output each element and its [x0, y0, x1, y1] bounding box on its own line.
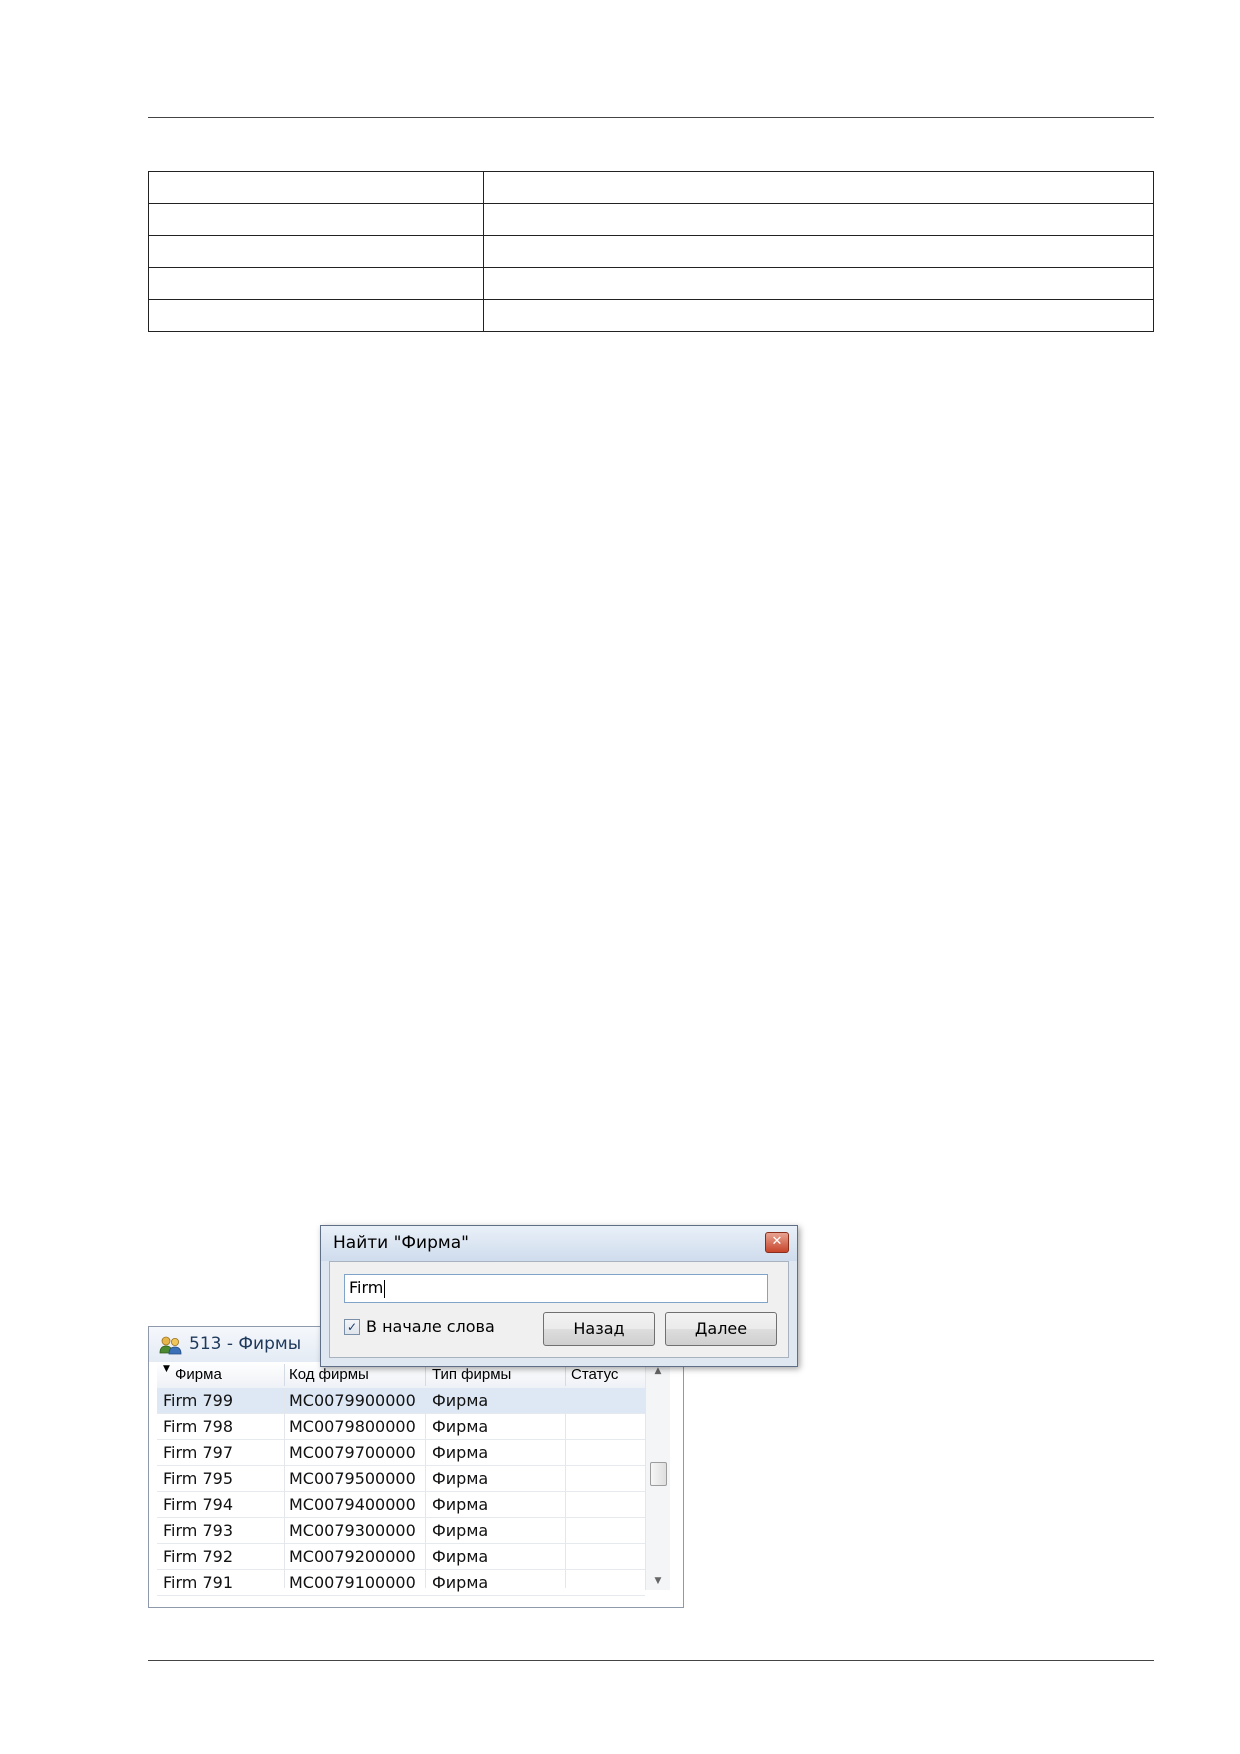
users-group-icon [159, 1336, 182, 1355]
column-header-code[interactable]: Код фирмы [289, 1366, 369, 1383]
column-header-firm[interactable]: Фирма [175, 1366, 222, 1383]
firm-code-cell: MC0079700000 [289, 1443, 416, 1462]
firm-type-cell: Фирма [432, 1417, 489, 1436]
firm-name-cell: Firm 793 [163, 1521, 233, 1540]
firm-code-cell: MC0079500000 [289, 1469, 416, 1488]
firms-window-title: 513 - Фирмы [189, 1334, 302, 1354]
close-icon[interactable]: ✕ [765, 1232, 789, 1253]
find-dialog-title: Найти "Фирма" [333, 1233, 469, 1253]
back-button[interactable]: Назад [543, 1312, 655, 1346]
firm-type-cell: Фирма [432, 1521, 489, 1540]
firm-name-cell: Firm 792 [163, 1547, 233, 1566]
search-input[interactable]: Firm [344, 1274, 768, 1303]
firm-type-cell: Фирма [432, 1495, 489, 1514]
firm-code-cell: MC0079300000 [289, 1521, 416, 1540]
firm-name-cell: Firm 798 [163, 1417, 233, 1436]
firm-name-cell: Firm 791 [163, 1573, 233, 1592]
firm-code-cell: MC0079400000 [289, 1495, 416, 1514]
match-word-start-label[interactable]: В начале слова [366, 1317, 495, 1336]
table-row [148, 171, 1154, 204]
firm-type-cell: Фирма [432, 1443, 489, 1462]
table-row [148, 299, 1154, 332]
footer-rule [148, 1660, 1154, 1661]
find-dialog-titlebar[interactable]: Найти "Фирма" ✕ [321, 1226, 797, 1261]
firm-code-cell: MC0079200000 [289, 1547, 416, 1566]
firm-name-cell: Firm 799 [163, 1391, 233, 1410]
column-header-status[interactable]: Статус [571, 1366, 618, 1383]
table-row[interactable]: Firm 797 MC0079700000 Фирма [157, 1440, 645, 1466]
find-dialog: Найти "Фирма" ✕ Firm ✓ В начале слова На… [320, 1225, 798, 1367]
vertical-scrollbar[interactable]: ▲ ▼ [645, 1362, 670, 1590]
table-row [148, 203, 1154, 236]
firm-type-cell: Фирма [432, 1547, 489, 1566]
table-row[interactable]: Firm 794 MC0079400000 Фирма [157, 1492, 645, 1518]
firm-list: Firm 799 MC0079900000 Фирма Firm 798 MC0… [157, 1388, 645, 1596]
empty-document-table [148, 171, 1154, 332]
firm-name-cell: Firm 794 [163, 1495, 233, 1514]
table-row[interactable]: Firm 795 MC0079500000 Фирма [157, 1466, 645, 1492]
table-row[interactable]: Firm 793 MC0079300000 Фирма [157, 1518, 645, 1544]
sort-descending-icon: ▼ [163, 1364, 170, 1374]
firm-type-cell: Фирма [432, 1573, 489, 1592]
firm-code-cell: MC0079800000 [289, 1417, 416, 1436]
text-caret [384, 1279, 386, 1298]
table-row[interactable]: Firm 798 MC0079800000 Фирма [157, 1414, 645, 1440]
next-button[interactable]: Далее [665, 1312, 777, 1346]
firms-window: 513 - Фирмы ▼ Фирма Код фирмы Тип фирмы … [148, 1326, 684, 1608]
match-word-start-checkbox[interactable]: ✓ [344, 1319, 360, 1335]
table-row [148, 267, 1154, 300]
search-input-value: Firm [349, 1278, 384, 1297]
firm-type-cell: Фирма [432, 1469, 489, 1488]
header-rule [148, 117, 1154, 118]
column-header-type[interactable]: Тип фирмы [432, 1366, 511, 1383]
firm-type-cell: Фирма [432, 1391, 489, 1410]
firm-name-cell: Firm 795 [163, 1469, 233, 1488]
scroll-thumb[interactable] [650, 1462, 667, 1486]
firm-code-cell: MC0079900000 [289, 1391, 416, 1410]
table-row[interactable]: Firm 799 MC0079900000 Фирма [157, 1388, 645, 1414]
table-row[interactable]: Firm 791 MC0079100000 Фирма [157, 1570, 645, 1596]
table-row [148, 235, 1154, 268]
scroll-down-icon[interactable]: ▼ [651, 1574, 665, 1588]
firm-code-cell: MC0079100000 [289, 1573, 416, 1592]
firm-name-cell: Firm 797 [163, 1443, 233, 1462]
table-row[interactable]: Firm 792 MC0079200000 Фирма [157, 1544, 645, 1570]
find-dialog-body: Firm ✓ В начале слова Назад Далее [329, 1261, 789, 1358]
